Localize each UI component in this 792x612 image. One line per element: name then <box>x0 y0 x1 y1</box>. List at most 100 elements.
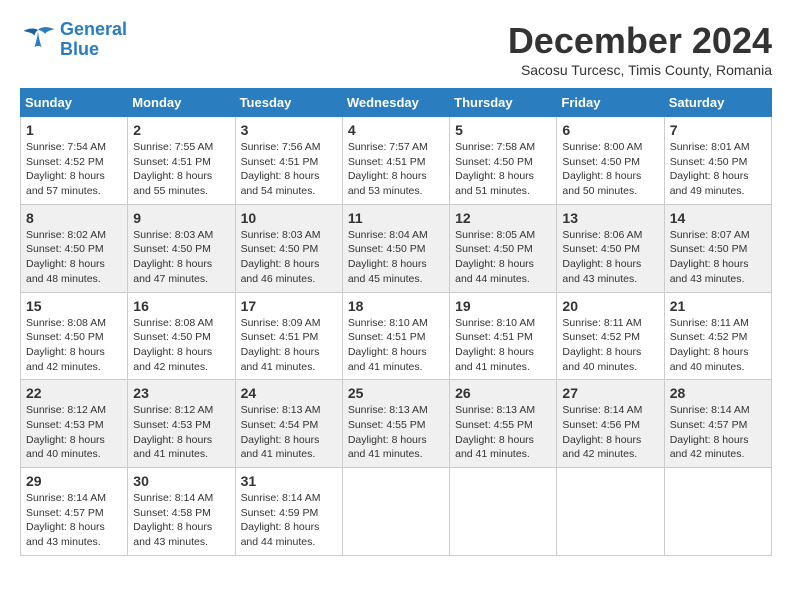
calendar-cell: 7 Sunrise: 8:01 AMSunset: 4:50 PMDaylight… <box>664 117 771 205</box>
calendar-cell: 26 Sunrise: 8:13 AMSunset: 4:55 PMDayligh… <box>450 380 557 468</box>
calendar-cell <box>450 468 557 556</box>
day-number: 29 <box>26 473 122 489</box>
day-info: Sunrise: 8:14 AMSunset: 4:58 PMDaylight:… <box>133 491 229 550</box>
title-section: December 2024 Sacosu Turcesc, Timis Coun… <box>508 20 772 78</box>
day-info: Sunrise: 7:55 AMSunset: 4:51 PMDaylight:… <box>133 140 229 199</box>
day-info: Sunrise: 8:04 AMSunset: 4:50 PMDaylight:… <box>348 228 444 287</box>
calendar-cell: 18 Sunrise: 8:10 AMSunset: 4:51 PMDayligh… <box>342 292 449 380</box>
day-info: Sunrise: 8:01 AMSunset: 4:50 PMDaylight:… <box>670 140 766 199</box>
day-number: 26 <box>455 385 551 401</box>
calendar-cell: 13 Sunrise: 8:06 AMSunset: 4:50 PMDayligh… <box>557 204 664 292</box>
day-number: 3 <box>241 122 337 138</box>
calendar-week-row: 15 Sunrise: 8:08 AMSunset: 4:50 PMDayligh… <box>21 292 772 380</box>
day-info: Sunrise: 8:13 AMSunset: 4:55 PMDaylight:… <box>455 403 551 462</box>
day-number: 27 <box>562 385 658 401</box>
day-number: 14 <box>670 210 766 226</box>
calendar-cell: 27 Sunrise: 8:14 AMSunset: 4:56 PMDayligh… <box>557 380 664 468</box>
day-info: Sunrise: 8:14 AMSunset: 4:57 PMDaylight:… <box>670 403 766 462</box>
calendar-cell: 24 Sunrise: 8:13 AMSunset: 4:54 PMDayligh… <box>235 380 342 468</box>
day-number: 20 <box>562 298 658 314</box>
day-header-thursday: Thursday <box>450 89 557 117</box>
day-number: 28 <box>670 385 766 401</box>
day-number: 5 <box>455 122 551 138</box>
day-info: Sunrise: 8:13 AMSunset: 4:54 PMDaylight:… <box>241 403 337 462</box>
day-info: Sunrise: 8:14 AMSunset: 4:56 PMDaylight:… <box>562 403 658 462</box>
day-number: 21 <box>670 298 766 314</box>
calendar-week-row: 1Sunrise: 7:54 AMSunset: 4:52 PMDaylight… <box>21 117 772 205</box>
calendar-cell: 22 Sunrise: 8:12 AMSunset: 4:53 PMDayligh… <box>21 380 128 468</box>
calendar-cell: 12 Sunrise: 8:05 AMSunset: 4:50 PMDayligh… <box>450 204 557 292</box>
day-info: Sunrise: 8:02 AMSunset: 4:50 PMDaylight:… <box>26 228 122 287</box>
calendar-cell: 2 Sunrise: 7:55 AMSunset: 4:51 PMDaylight… <box>128 117 235 205</box>
day-info: Sunrise: 8:12 AMSunset: 4:53 PMDaylight:… <box>26 403 122 462</box>
calendar-cell: 8 Sunrise: 8:02 AMSunset: 4:50 PMDaylight… <box>21 204 128 292</box>
calendar-cell: 21 Sunrise: 8:11 AMSunset: 4:52 PMDayligh… <box>664 292 771 380</box>
day-number: 15 <box>26 298 122 314</box>
day-number: 10 <box>241 210 337 226</box>
days-header-row: SundayMondayTuesdayWednesdayThursdayFrid… <box>21 89 772 117</box>
day-number: 12 <box>455 210 551 226</box>
day-info: Sunrise: 8:13 AMSunset: 4:55 PMDaylight:… <box>348 403 444 462</box>
logo: General Blue <box>20 20 127 60</box>
day-number: 13 <box>562 210 658 226</box>
calendar-cell: 15Sunrise: 8:08 AMSunset: 4:50 PMDayligh… <box>21 292 128 380</box>
day-number: 11 <box>348 210 444 226</box>
day-number: 7 <box>670 122 766 138</box>
day-number: 19 <box>455 298 551 314</box>
calendar-week-row: 29 Sunrise: 8:14 AMSunset: 4:57 PMDayligh… <box>21 468 772 556</box>
day-number: 8 <box>26 210 122 226</box>
calendar-week-row: 8 Sunrise: 8:02 AMSunset: 4:50 PMDaylight… <box>21 204 772 292</box>
day-info: Sunrise: 8:10 AMSunset: 4:51 PMDaylight:… <box>348 316 444 375</box>
day-number: 31 <box>241 473 337 489</box>
day-info: Sunrise: 8:07 AMSunset: 4:50 PMDaylight:… <box>670 228 766 287</box>
calendar-cell: 6Sunrise: 8:00 AMSunset: 4:50 PMDaylight… <box>557 117 664 205</box>
day-number: 2 <box>133 122 229 138</box>
day-number: 6 <box>562 122 658 138</box>
day-info: Sunrise: 8:06 AMSunset: 4:50 PMDaylight:… <box>562 228 658 287</box>
calendar-cell: 17Sunrise: 8:09 AMSunset: 4:51 PMDayligh… <box>235 292 342 380</box>
day-info: Sunrise: 8:11 AMSunset: 4:52 PMDaylight:… <box>670 316 766 375</box>
calendar-cell: 14 Sunrise: 8:07 AMSunset: 4:50 PMDayligh… <box>664 204 771 292</box>
header-section: General Blue December 2024 Sacosu Turces… <box>20 20 772 78</box>
month-title: December 2024 <box>508 20 772 62</box>
day-header-friday: Friday <box>557 89 664 117</box>
day-header-monday: Monday <box>128 89 235 117</box>
day-number: 24 <box>241 385 337 401</box>
calendar-cell: 9 Sunrise: 8:03 AMSunset: 4:50 PMDaylight… <box>128 204 235 292</box>
day-info: Sunrise: 7:54 AMSunset: 4:52 PMDaylight:… <box>26 140 122 199</box>
day-number: 4 <box>348 122 444 138</box>
day-number: 18 <box>348 298 444 314</box>
day-info: Sunrise: 7:58 AMSunset: 4:50 PMDaylight:… <box>455 140 551 199</box>
day-info: Sunrise: 8:08 AMSunset: 4:50 PMDaylight:… <box>133 316 229 375</box>
day-number: 30 <box>133 473 229 489</box>
day-header-wednesday: Wednesday <box>342 89 449 117</box>
day-header-tuesday: Tuesday <box>235 89 342 117</box>
calendar-cell: 31Sunrise: 8:14 AMSunset: 4:59 PMDayligh… <box>235 468 342 556</box>
calendar-cell: 1Sunrise: 7:54 AMSunset: 4:52 PMDaylight… <box>21 117 128 205</box>
day-number: 16 <box>133 298 229 314</box>
day-info: Sunrise: 7:56 AMSunset: 4:51 PMDaylight:… <box>241 140 337 199</box>
day-header-sunday: Sunday <box>21 89 128 117</box>
calendar-cell: 16 Sunrise: 8:08 AMSunset: 4:50 PMDayligh… <box>128 292 235 380</box>
day-header-saturday: Saturday <box>664 89 771 117</box>
day-info: Sunrise: 8:03 AMSunset: 4:50 PMDaylight:… <box>241 228 337 287</box>
calendar-cell: 11 Sunrise: 8:04 AMSunset: 4:50 PMDayligh… <box>342 204 449 292</box>
day-info: Sunrise: 8:14 AMSunset: 4:57 PMDaylight:… <box>26 491 122 550</box>
calendar-cell: 4 Sunrise: 7:57 AMSunset: 4:51 PMDaylight… <box>342 117 449 205</box>
calendar-cell: 19Sunrise: 8:10 AMSunset: 4:51 PMDayligh… <box>450 292 557 380</box>
day-number: 22 <box>26 385 122 401</box>
logo-text: General Blue <box>60 20 127 60</box>
day-number: 23 <box>133 385 229 401</box>
day-info: Sunrise: 8:03 AMSunset: 4:50 PMDaylight:… <box>133 228 229 287</box>
calendar-cell: 23Sunrise: 8:12 AMSunset: 4:53 PMDayligh… <box>128 380 235 468</box>
calendar-cell: 28 Sunrise: 8:14 AMSunset: 4:57 PMDayligh… <box>664 380 771 468</box>
day-number: 9 <box>133 210 229 226</box>
day-info: Sunrise: 7:57 AMSunset: 4:51 PMDaylight:… <box>348 140 444 199</box>
calendar-table: SundayMondayTuesdayWednesdayThursdayFrid… <box>20 88 772 556</box>
day-info: Sunrise: 8:05 AMSunset: 4:50 PMDaylight:… <box>455 228 551 287</box>
calendar-cell: 3 Sunrise: 7:56 AMSunset: 4:51 PMDaylight… <box>235 117 342 205</box>
calendar-cell: 10 Sunrise: 8:03 AMSunset: 4:50 PMDayligh… <box>235 204 342 292</box>
calendar-cell: 5 Sunrise: 7:58 AMSunset: 4:50 PMDaylight… <box>450 117 557 205</box>
location-subtitle: Sacosu Turcesc, Timis County, Romania <box>508 62 772 78</box>
calendar-week-row: 22 Sunrise: 8:12 AMSunset: 4:53 PMDayligh… <box>21 380 772 468</box>
